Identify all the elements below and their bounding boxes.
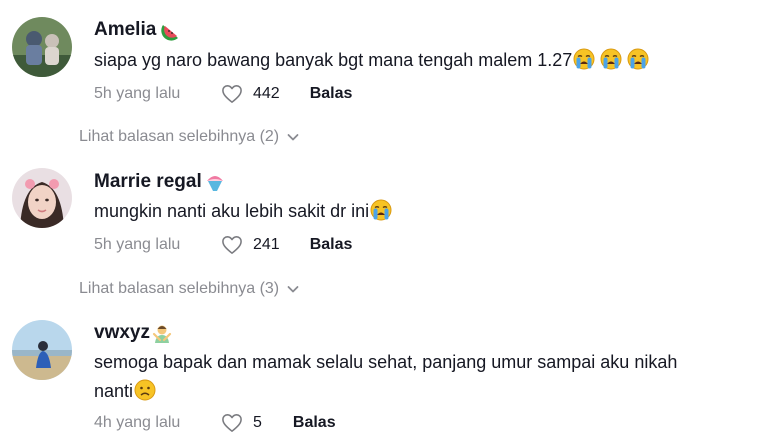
comment-text: semoga bapak dan mamak selalu sehat, pan… bbox=[94, 348, 764, 406]
like-button[interactable]: 442 bbox=[221, 84, 280, 104]
comment-meta: 5h yang lalu 241 Balas bbox=[94, 235, 352, 255]
username-text: vwxyz bbox=[94, 322, 150, 343]
like-button[interactable]: 5 bbox=[221, 413, 262, 433]
view-more-replies-label: Lihat balasan selebihnya (3) bbox=[79, 280, 280, 297]
timestamp: 5h yang lalu bbox=[94, 236, 181, 253]
timestamp: 4h yang lalu bbox=[94, 414, 181, 431]
username[interactable]: Marrie regal bbox=[94, 171, 226, 193]
comment-text-content: siapa yg naro bawang banyak bgt mana ten… bbox=[94, 50, 573, 70]
avatar[interactable] bbox=[12, 320, 72, 380]
username-text: Marrie regal bbox=[94, 171, 202, 192]
like-count: 5 bbox=[253, 414, 262, 431]
chevron-down-icon bbox=[287, 284, 299, 294]
watermelon-icon bbox=[161, 25, 179, 41]
comment-text: mungkin nanti aku lebih sakit dr ini bbox=[94, 197, 764, 226]
heart-icon bbox=[221, 84, 243, 104]
reply-button[interactable]: Balas bbox=[293, 414, 336, 432]
comment-text-line-1: semoga bapak dan mamak selalu sehat, pan… bbox=[94, 352, 678, 372]
loudly-crying-face-icon bbox=[600, 48, 622, 70]
reply-button[interactable]: Balas bbox=[310, 85, 353, 103]
loudly-crying-face-icon bbox=[370, 199, 392, 221]
heart-icon bbox=[221, 235, 243, 255]
username[interactable]: Amelia bbox=[94, 19, 182, 41]
frowning-face-icon bbox=[134, 379, 156, 401]
timestamp: 5h yang lalu bbox=[94, 85, 181, 102]
avatar[interactable] bbox=[12, 17, 72, 77]
comment-meta: 5h yang lalu 442 Balas bbox=[94, 84, 352, 104]
loudly-crying-face-icon bbox=[627, 48, 649, 70]
like-count: 442 bbox=[253, 85, 280, 102]
like-button[interactable]: 241 bbox=[221, 235, 280, 255]
view-more-replies-button[interactable]: Lihat balasan selebihnya (2) bbox=[79, 128, 299, 146]
view-more-replies-label: Lihat balasan selebihnya (2) bbox=[79, 128, 280, 145]
reply-button[interactable]: Balas bbox=[310, 236, 353, 254]
comment-text-line-2: nanti bbox=[94, 381, 134, 401]
like-count: 241 bbox=[253, 236, 280, 253]
username-text: Amelia bbox=[94, 19, 157, 40]
chevron-down-icon bbox=[287, 132, 299, 142]
avatar[interactable] bbox=[12, 168, 72, 228]
shaved-ice-icon bbox=[206, 176, 223, 191]
username[interactable]: vwxyz bbox=[94, 322, 173, 344]
comment-meta: 4h yang lalu 5 Balas bbox=[94, 413, 336, 433]
loudly-crying-face-icon bbox=[573, 48, 595, 70]
person-gesturing-no-icon bbox=[152, 325, 172, 343]
comment-text: siapa yg naro bawang banyak bgt mana ten… bbox=[94, 46, 764, 75]
heart-icon bbox=[221, 413, 243, 433]
comment-text-content: mungkin nanti aku lebih sakit dr ini bbox=[94, 201, 370, 221]
view-more-replies-button[interactable]: Lihat balasan selebihnya (3) bbox=[79, 280, 299, 298]
